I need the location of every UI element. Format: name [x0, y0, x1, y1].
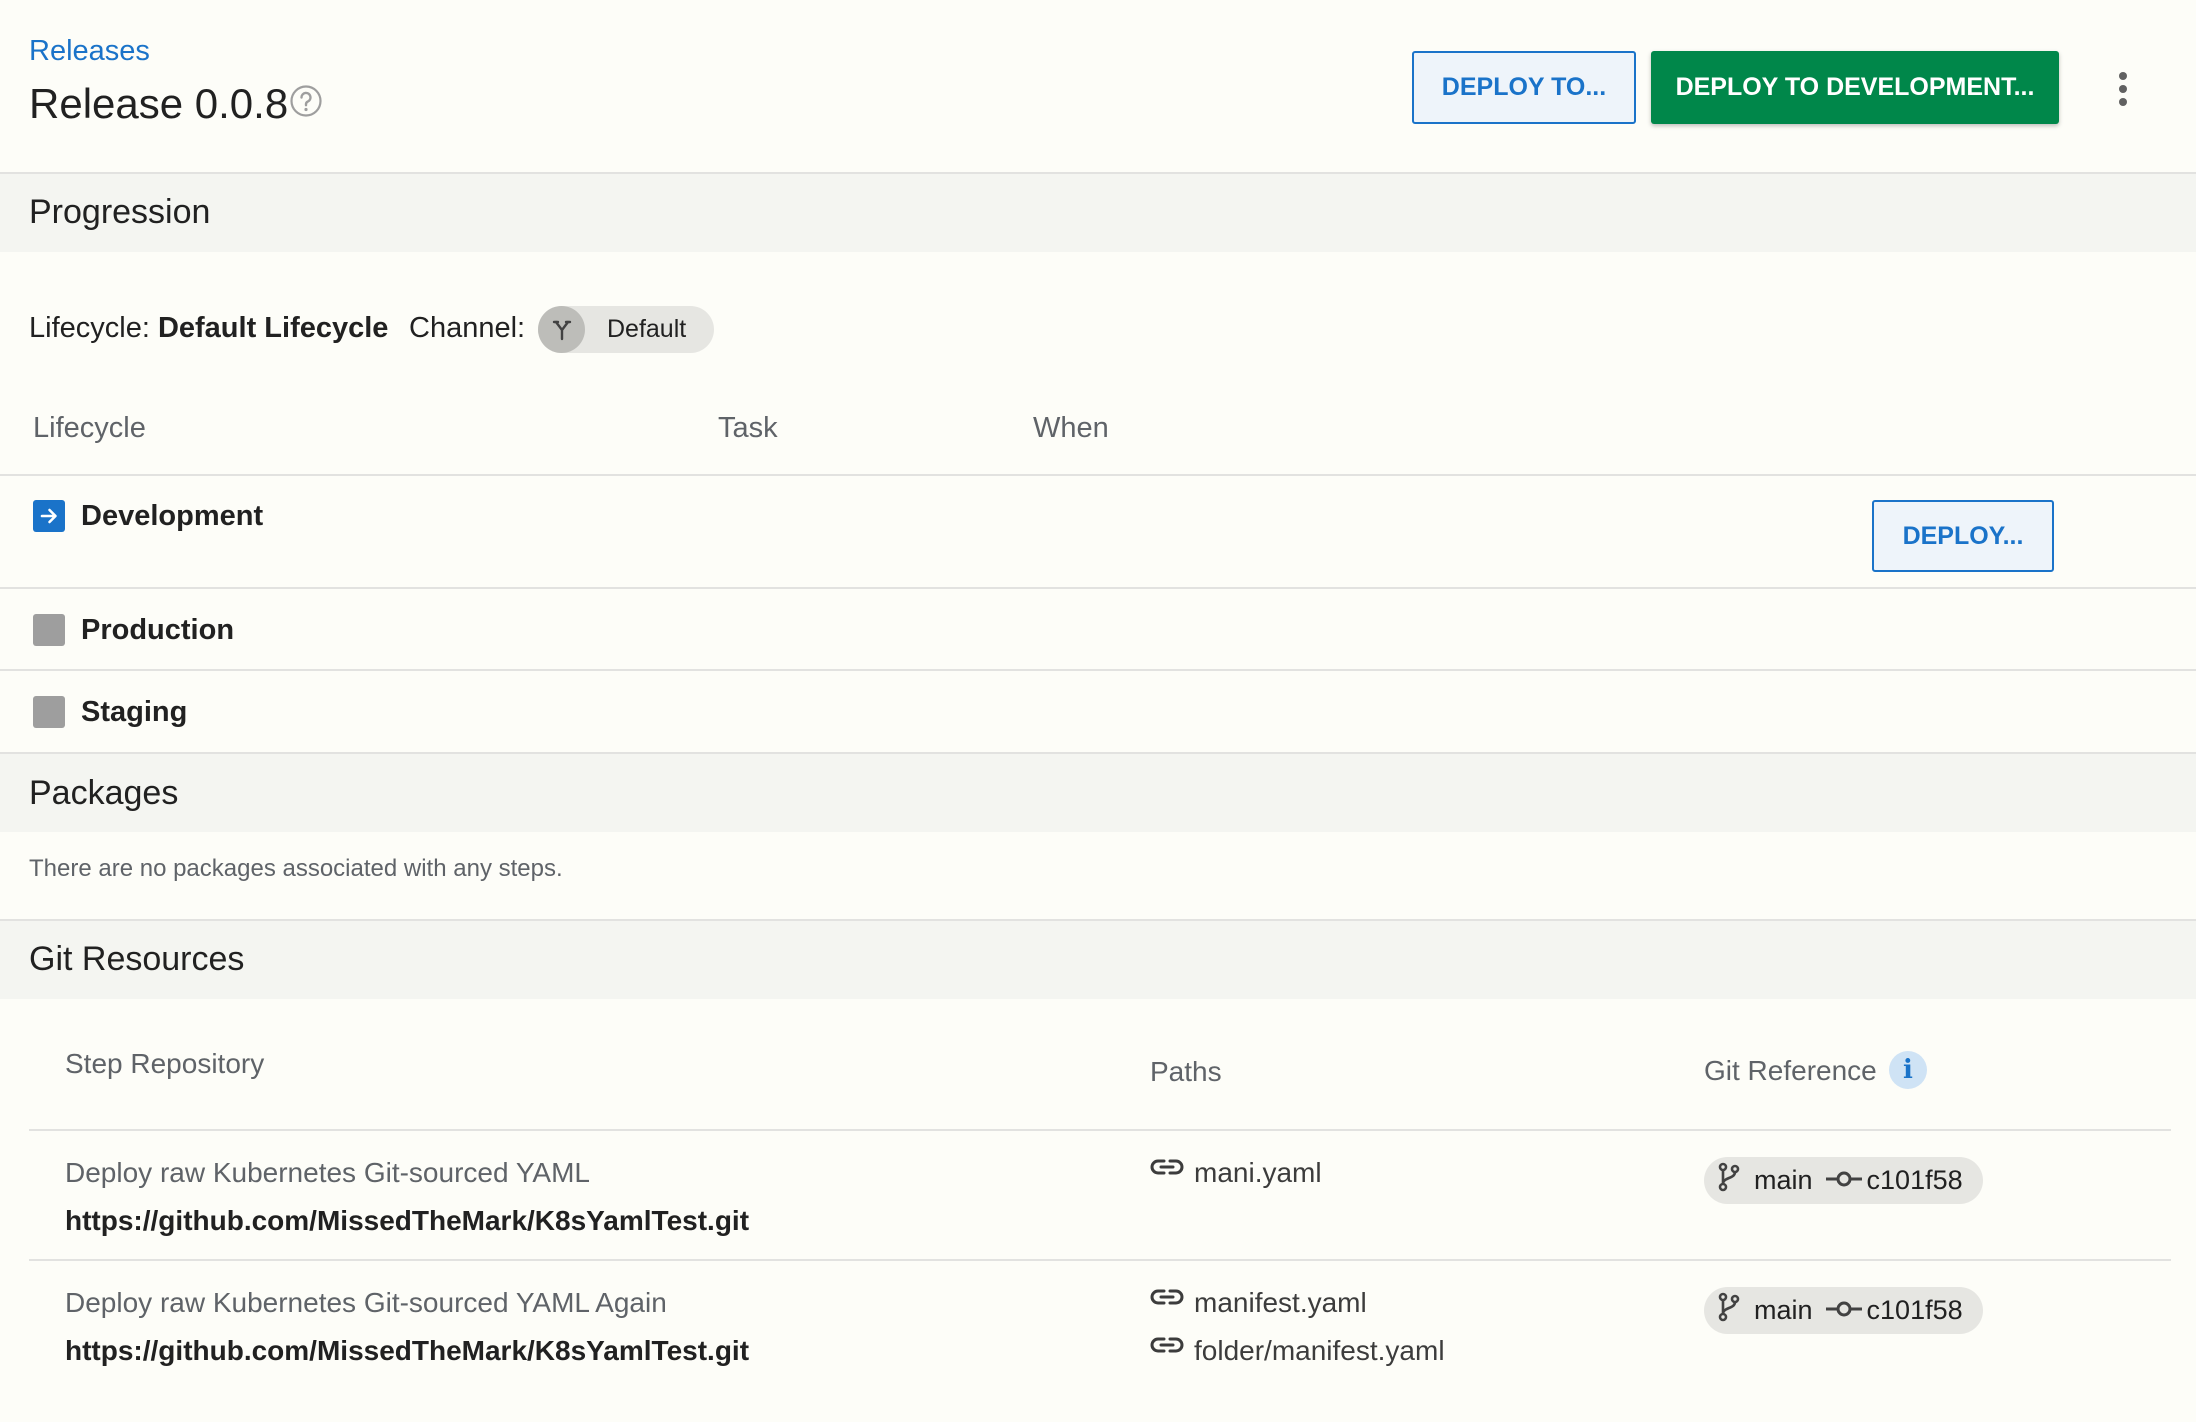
branch-icon [1716, 1161, 1742, 1200]
deploy-to-button[interactable]: DEPLOY TO... [1412, 51, 1636, 124]
link-icon [1150, 1155, 1194, 1190]
channel-branch-icon [538, 306, 585, 353]
breadcrumb-releases[interactable]: Releases [29, 35, 150, 68]
git-reference-chip: main c101f58 [1704, 1287, 1983, 1334]
path-text: manifest.yaml [1194, 1286, 1367, 1318]
phase-staging[interactable]: Staging [81, 696, 187, 729]
arrow-right-icon [33, 500, 65, 532]
step-name: Deploy raw Kubernetes Git-sourced YAML A… [65, 1287, 667, 1318]
packages-empty-message: There are no packages associated with an… [29, 855, 563, 882]
repository-url: https://github.com/MissedTheMark/K8sYaml… [65, 1205, 750, 1236]
column-header-git-reference: Git Reference [1704, 1055, 1877, 1086]
path-item: mani.yaml [1150, 1155, 1322, 1190]
divider [0, 474, 2196, 476]
path-item: manifest.yaml [1150, 1285, 1367, 1320]
column-header-when: When [1033, 412, 1109, 444]
table-divider [29, 1259, 2171, 1261]
phase-production[interactable]: Production [81, 614, 234, 647]
lifecycle-value[interactable]: Default Lifecycle [158, 312, 388, 344]
git-resources-title: Git Resources [29, 940, 245, 978]
repository-url: https://github.com/MissedTheMark/K8sYaml… [65, 1335, 750, 1366]
page-title: Release 0.0.8 [29, 80, 289, 127]
commit-hash: c101f58 [1866, 1165, 1963, 1195]
gray-square-icon [33, 696, 65, 728]
deploy-development-button[interactable]: DEPLOY... [1872, 500, 2054, 572]
git-reference-chip: main c101f58 [1704, 1157, 1983, 1204]
path-text: mani.yaml [1194, 1156, 1322, 1188]
branch-icon [1716, 1291, 1742, 1330]
info-icon[interactable]: i [1889, 1051, 1927, 1089]
more-options-icon[interactable] [2105, 67, 2141, 111]
step-name: Deploy raw Kubernetes Git-sourced YAML [65, 1157, 590, 1188]
path-item: folder/manifest.yaml [1150, 1333, 1445, 1368]
column-header-paths: Paths [1150, 1056, 1222, 1087]
deploy-to-development-button[interactable]: DEPLOY TO DEVELOPMENT... [1651, 51, 2059, 124]
packages-title: Packages [29, 774, 179, 812]
path-text: folder/manifest.yaml [1194, 1334, 1445, 1366]
channel-label: Channel: [409, 312, 526, 344]
table-divider [29, 1129, 2171, 1131]
branch-name: main [1754, 1295, 1813, 1325]
link-icon [1150, 1333, 1194, 1368]
gray-square-icon [33, 614, 65, 646]
divider [0, 669, 2196, 671]
progression-title: Progression [29, 193, 211, 231]
commit-icon [1825, 1295, 1863, 1326]
commit-hash: c101f58 [1866, 1295, 1963, 1325]
commit-icon [1825, 1165, 1863, 1196]
column-header-step-repository: Step Repository [65, 1048, 265, 1079]
column-header-task: Task [718, 412, 778, 444]
git-resources-section-header [0, 921, 2196, 999]
channel-value: Default [607, 315, 687, 343]
lifecycle-info: Lifecycle: Default Lifecycle [29, 312, 388, 345]
channel-chip[interactable]: Default [538, 306, 714, 353]
column-header-lifecycle: Lifecycle [33, 412, 146, 444]
lifecycle-prefix: Lifecycle: [29, 312, 150, 344]
branch-name: main [1754, 1165, 1813, 1195]
progression-section-header [0, 174, 2196, 252]
packages-section-header [0, 754, 2196, 832]
divider [0, 587, 2196, 589]
help-icon[interactable] [289, 84, 323, 118]
phase-development[interactable]: Development [81, 500, 263, 533]
link-icon [1150, 1285, 1194, 1320]
